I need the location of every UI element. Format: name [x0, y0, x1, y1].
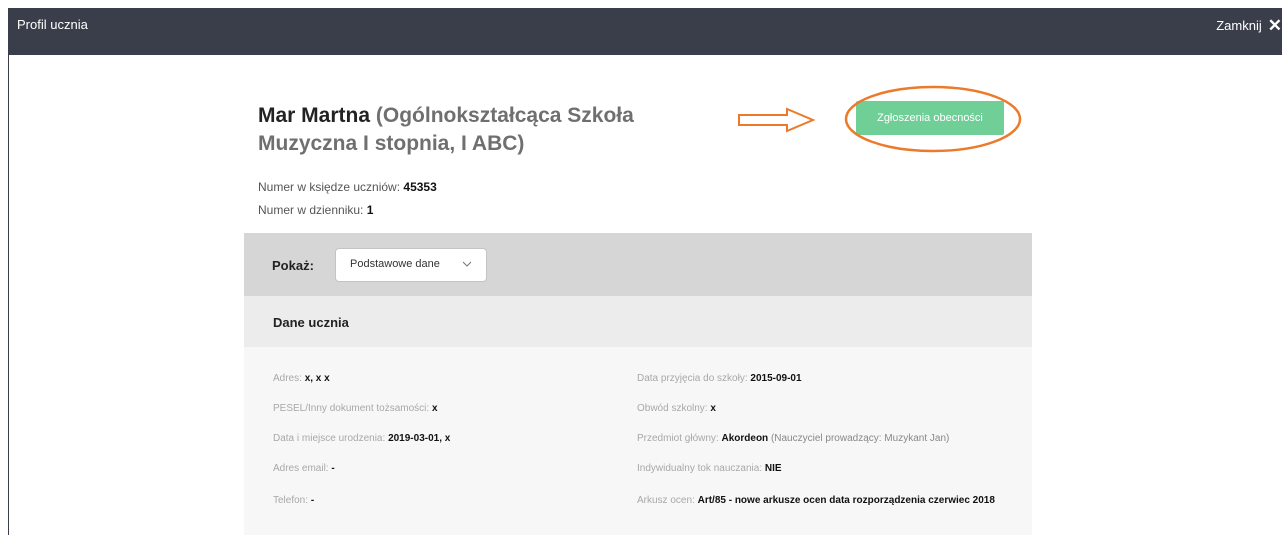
field-pesel: PESEL/Inny dokument tożsamości: x — [273, 402, 438, 415]
journal-number: Numer w dzienniku: 1 — [258, 203, 373, 217]
field-label: Obwód szkolny: — [637, 403, 708, 414]
close-icon: ✕ — [1267, 15, 1282, 35]
field-value: x — [710, 403, 716, 414]
field-value: 2015-09-01 — [750, 373, 802, 384]
field-label: Telefon: — [273, 495, 309, 506]
book-number-value: 45353 — [403, 180, 437, 194]
chevron-down-icon — [462, 261, 472, 267]
close-button[interactable]: Zamknij ✕ — [1216, 16, 1282, 34]
section-title: Dane ucznia — [273, 315, 349, 330]
student-heading: Mar Martna (Ogólnokształcąca Szkoła Muzy… — [258, 102, 728, 158]
field-value: Akordeon — [721, 433, 769, 444]
field-label: Przedmiot główny: — [637, 433, 719, 444]
view-select[interactable]: Podstawowe dane — [335, 248, 487, 282]
student-name: Mar Martna — [258, 104, 371, 127]
field-label: Adres: — [273, 373, 302, 384]
field-main-subject: Przedmiot główny: Akordeon (Nauczyciel p… — [637, 432, 997, 445]
close-label: Zamknij — [1216, 17, 1262, 33]
field-grade-sheet: Arkusz ocen: Art/85 - nowe arkusze ocen … — [637, 494, 997, 507]
field-admission-date: Data przyjęcia do szkoły: 2015-09-01 — [637, 372, 997, 385]
book-number-label: Numer w księdze uczniów: — [258, 180, 401, 194]
field-individual-mode: Indywidualny tok nauczania: NIE — [637, 462, 997, 475]
field-value: - — [310, 495, 315, 506]
student-details: Adres: x, x x PESEL/Inny dokument tożsam… — [244, 347, 1032, 535]
section-header: Dane ucznia — [244, 296, 1032, 347]
filter-label: Pokaż: — [272, 258, 314, 273]
field-value: 2019-03-01, x — [388, 433, 451, 444]
field-label: Indywidualny tok nauczania: — [637, 463, 763, 474]
journal-number-value: 1 — [366, 203, 374, 217]
field-label: Arkusz ocen: — [637, 495, 695, 506]
field-label: PESEL/Inny dokument tożsamości: — [273, 403, 430, 414]
field-teacher: (Nauczyciel prowadzący: Muzykant Jan) — [770, 433, 950, 444]
field-label: Data przyjęcia do szkoły: — [637, 373, 748, 384]
arrow-right-icon — [738, 107, 816, 133]
field-email: Adres email: - — [273, 462, 335, 475]
modal-left-border — [8, 55, 9, 535]
journal-number-label: Numer w dzienniku: — [258, 203, 364, 217]
field-address: Adres: x, x x — [273, 372, 330, 385]
attendance-reports-button[interactable]: Zgłoszenia obecności — [856, 101, 1004, 135]
field-value: x, x x — [304, 373, 330, 384]
view-select-value: Podstawowe dane — [350, 258, 440, 270]
field-value: x — [431, 403, 438, 414]
field-value: - — [331, 463, 335, 474]
book-number: Numer w księdze uczniów: 45353 — [258, 180, 437, 194]
field-phone: Telefon: - — [273, 494, 314, 507]
field-value: NIE — [764, 463, 782, 474]
modal-title: Profil ucznia — [17, 17, 88, 32]
filter-bar: Pokaż: Podstawowe dane — [244, 233, 1032, 296]
field-school-district: Obwód szkolny: x — [637, 402, 997, 415]
field-label: Adres email: — [273, 463, 329, 474]
field-value: Art/85 - nowe arkusze ocen data rozporzą… — [697, 495, 995, 506]
modal-header: Profil ucznia Zamknij ✕ — [8, 8, 1282, 55]
field-birth: Data i miejsce urodzenia: 2019-03-01, x — [273, 432, 450, 445]
field-label: Data i miejsce urodzenia: — [273, 433, 386, 444]
